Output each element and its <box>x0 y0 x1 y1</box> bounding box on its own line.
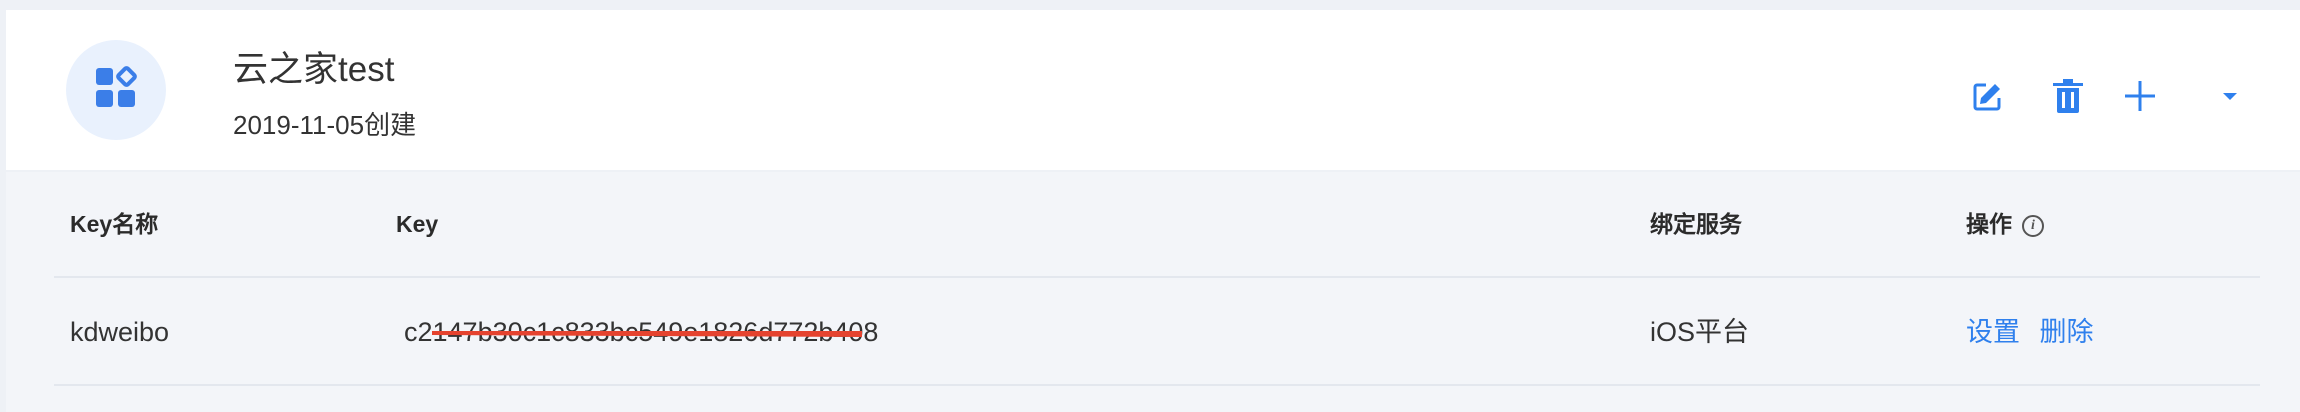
column-header-actions-label: 操作 <box>1966 211 2012 237</box>
delete-link[interactable]: 删除 <box>2040 317 2094 347</box>
edit-icon[interactable] <box>1968 76 2008 116</box>
apps-grid-icon <box>94 65 138 115</box>
keys-table: Key名称 Key 绑定服务 操作 i kdweibo c2147b30c1c83… <box>6 172 2300 412</box>
app-card: 云之家test 2019-11-05创建 <box>6 10 2300 170</box>
actions-cell: 设置 删除 <box>1966 314 2094 350</box>
column-header-key: Key <box>396 211 439 237</box>
key-name-cell: kdweibo <box>70 317 170 347</box>
column-header-key-name: Key名称 <box>70 211 159 237</box>
column-header-actions: 操作 i <box>1966 208 2044 240</box>
trash-icon[interactable] <box>2048 76 2088 116</box>
settings-link[interactable]: 设置 <box>1966 317 2020 347</box>
redaction-mark <box>432 331 862 337</box>
caret-down-icon[interactable] <box>2210 76 2250 116</box>
column-header-service: 绑定服务 <box>1650 211 1742 237</box>
app-created-date: 2019-11-05创建 <box>233 110 417 140</box>
table-header: Key名称 Key 绑定服务 操作 i <box>54 172 2260 278</box>
table-row: kdweibo c2147b30c1c833bc549e1826d772b408… <box>54 278 2260 386</box>
app-avatar <box>66 40 166 140</box>
info-icon[interactable]: i <box>2022 214 2044 237</box>
app-title: 云之家test <box>233 50 395 89</box>
plus-icon[interactable] <box>2120 76 2160 116</box>
service-cell: iOS平台 <box>1650 317 1750 347</box>
